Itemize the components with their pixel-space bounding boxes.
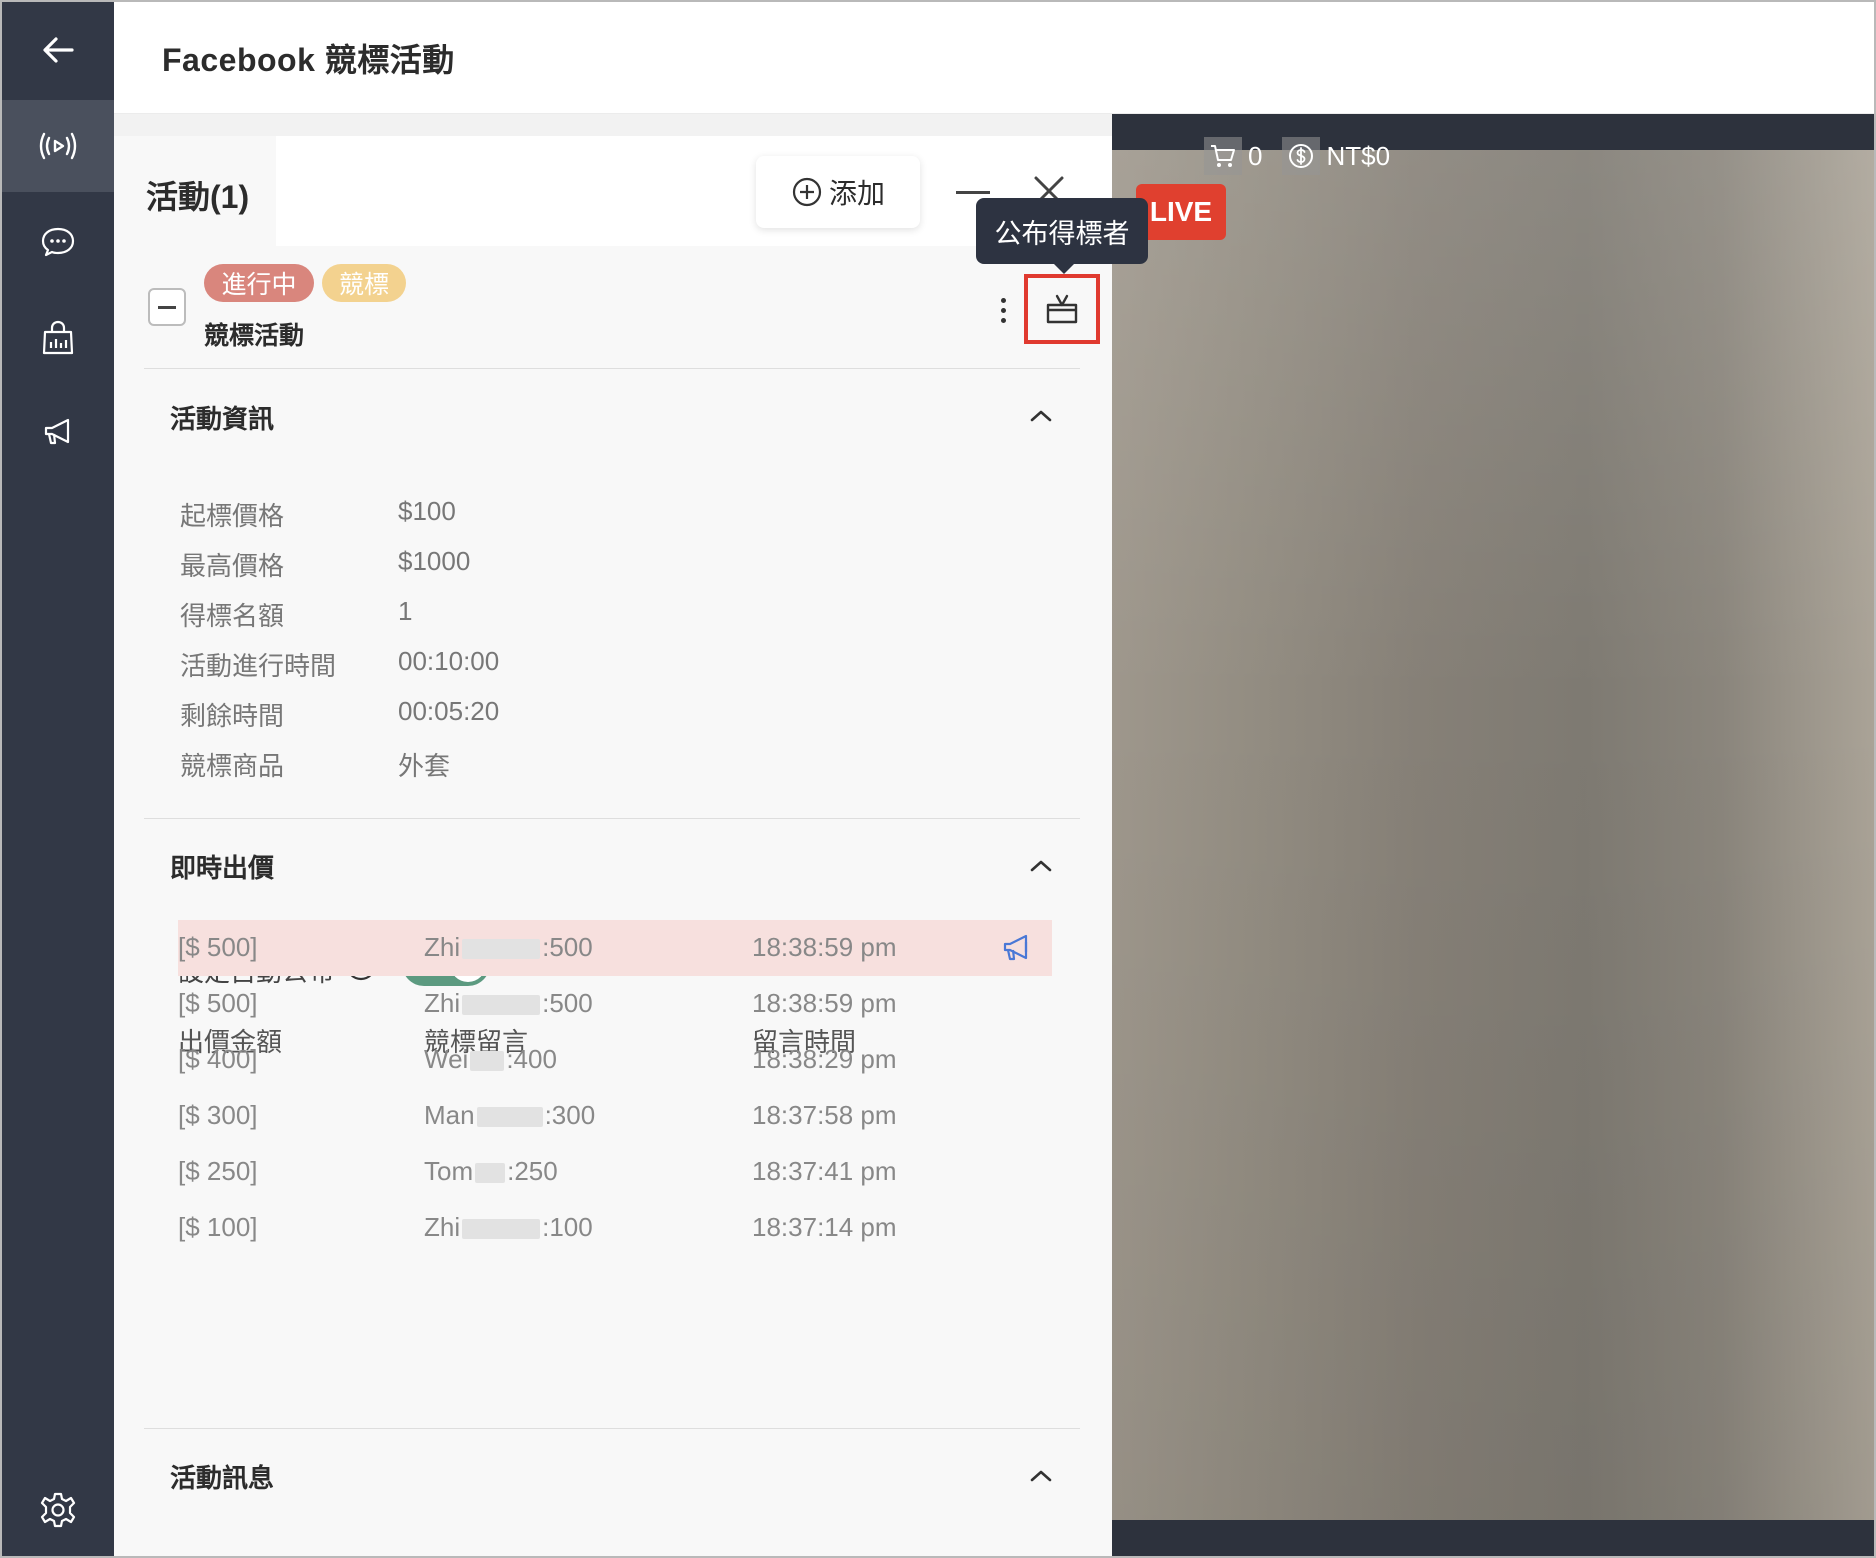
panel-title: 活動(1) xyxy=(146,179,250,215)
bid-row: [$ 400] Wei :400 18:38:29 pm xyxy=(178,1032,1052,1088)
bid-amount: [$ 100] xyxy=(178,1212,258,1242)
gear-icon[interactable] xyxy=(2,1464,114,1556)
info-section-title: 活動資訊 xyxy=(170,404,275,434)
plus-circle-icon xyxy=(792,177,822,207)
order-amount: NT$0 xyxy=(1326,140,1391,171)
bid-time: 18:37:14 pm xyxy=(752,1212,897,1242)
dollar-circle-icon xyxy=(1282,137,1321,175)
bid-message: Zhi :500 xyxy=(424,932,593,963)
bid-row: [$ 500] Zhi :500 18:38:59 pm xyxy=(178,920,1052,976)
bidder-name: Wei xyxy=(424,1044,469,1074)
type-badge: 競標 xyxy=(322,264,406,302)
info-label: 起標價格 xyxy=(180,501,285,531)
info-value: 00:05:20 xyxy=(398,696,500,726)
bid-time: 18:37:58 pm xyxy=(752,1100,897,1130)
bid-message-text: :500 xyxy=(542,932,593,962)
bid-message-text: :100 xyxy=(542,1212,593,1242)
bidder-name: Zhi xyxy=(424,988,461,1018)
chevron-up-icon[interactable] xyxy=(1028,408,1054,424)
bid-message-text: :250 xyxy=(507,1156,558,1186)
sidebar xyxy=(2,2,114,1556)
divider xyxy=(144,818,1080,819)
announce-winner-button[interactable] xyxy=(1024,274,1100,344)
bid-row: [$ 100] Zhi :100 18:37:14 pm xyxy=(178,1200,1052,1256)
info-label: 剩餘時間 xyxy=(180,701,285,731)
chevron-up-icon[interactable] xyxy=(1028,1468,1054,1484)
app-window: Facebook 競標活動 活動(1) 添加 進行中 競標 競標活動 活動資訊 … xyxy=(0,0,1876,1558)
cart-summary: 0 NT$0 xyxy=(1204,136,1390,176)
add-button[interactable]: 添加 xyxy=(756,156,920,228)
bid-amount: [$ 300] xyxy=(178,1100,258,1130)
megaphone-icon[interactable] xyxy=(1000,932,1034,964)
bid-message-text: :400 xyxy=(506,1044,557,1074)
info-value: 1 xyxy=(398,596,413,626)
bid-amount: [$ 400] xyxy=(178,1044,258,1074)
bid-row: [$ 250] Tom :250 18:37:41 pm xyxy=(178,1144,1052,1200)
live-video-preview: 0 NT$0 LIVE xyxy=(1112,114,1874,1556)
bid-message-text: :500 xyxy=(542,988,593,1018)
divider xyxy=(144,368,1080,369)
cart-count: 0 xyxy=(1248,140,1263,171)
info-value: $1000 xyxy=(398,546,471,576)
add-button-label: 添加 xyxy=(828,178,885,209)
activity-panel: 活動(1) 添加 進行中 競標 競標活動 活動資訊 起標價格 $100 最高價格… xyxy=(114,136,1112,1556)
bid-time: 18:37:41 pm xyxy=(752,1156,897,1186)
info-value: 00:10:00 xyxy=(398,646,500,676)
bid-time: 18:38:59 pm xyxy=(752,932,897,962)
shopping-bag-icon[interactable] xyxy=(2,292,114,384)
page-title: Facebook 競標活動 xyxy=(162,41,455,78)
live-badge: LIVE xyxy=(1136,184,1226,240)
bid-message: Zhi :100 xyxy=(424,1212,593,1243)
info-label: 得標名額 xyxy=(180,601,285,631)
info-label: 最高價格 xyxy=(180,551,285,581)
bid-time: 18:38:59 pm xyxy=(752,988,897,1018)
chat-bubble-icon[interactable] xyxy=(2,196,114,288)
info-value: $100 xyxy=(398,496,456,526)
bid-amount: [$ 500] xyxy=(178,932,258,962)
status-badge: 進行中 xyxy=(204,264,314,302)
more-options-icon[interactable] xyxy=(996,296,1012,326)
redacted-name xyxy=(462,939,541,960)
gift-box-icon xyxy=(1046,294,1078,324)
bid-message: Zhi :500 xyxy=(424,988,593,1019)
activity-name: 競標活動 xyxy=(204,322,305,350)
bidder-name: Zhi xyxy=(424,1212,461,1242)
video-shade xyxy=(1112,150,1874,1520)
bid-message-text: :300 xyxy=(544,1100,596,1130)
megaphone-icon[interactable] xyxy=(2,386,114,478)
back-arrow-icon[interactable] xyxy=(2,4,114,96)
bids-section-title: 即時出價 xyxy=(170,853,275,883)
chevron-up-icon[interactable] xyxy=(1028,858,1054,874)
bidder-name: Zhi xyxy=(424,932,461,962)
divider xyxy=(144,1428,1080,1429)
info-label: 競標商品 xyxy=(180,751,285,781)
redacted-name xyxy=(462,1219,541,1240)
info-value: 外套 xyxy=(398,751,451,781)
bid-row: [$ 300] Man :300 18:37:58 pm xyxy=(178,1088,1052,1144)
bid-message: Tom :250 xyxy=(424,1156,558,1187)
collapse-toggle[interactable] xyxy=(148,288,186,326)
cart-icon xyxy=(1204,137,1242,175)
tooltip: 公布得標者 xyxy=(976,198,1148,274)
bid-amount: [$ 500] xyxy=(178,988,258,1018)
bid-time: 18:38:29 pm xyxy=(752,1044,897,1074)
redacted-name xyxy=(462,995,541,1016)
bid-row: [$ 500] Zhi :500 18:38:59 pm xyxy=(178,976,1052,1032)
redacted-name xyxy=(470,1051,505,1072)
bid-message: Man :300 xyxy=(424,1100,595,1131)
message-section-title: 活動訊息 xyxy=(170,1463,275,1493)
video-bottom-bar xyxy=(1112,1520,1874,1556)
top-header: Facebook 競標活動 xyxy=(114,2,1874,114)
redacted-name xyxy=(476,1107,543,1128)
info-label: 活動進行時間 xyxy=(180,651,337,681)
broadcast-icon[interactable] xyxy=(2,100,114,192)
bidder-name: Tom xyxy=(424,1156,474,1186)
bid-message: Wei :400 xyxy=(424,1044,557,1075)
bidder-name: Man xyxy=(424,1100,475,1130)
redacted-name xyxy=(475,1163,506,1184)
bid-amount: [$ 250] xyxy=(178,1156,258,1186)
